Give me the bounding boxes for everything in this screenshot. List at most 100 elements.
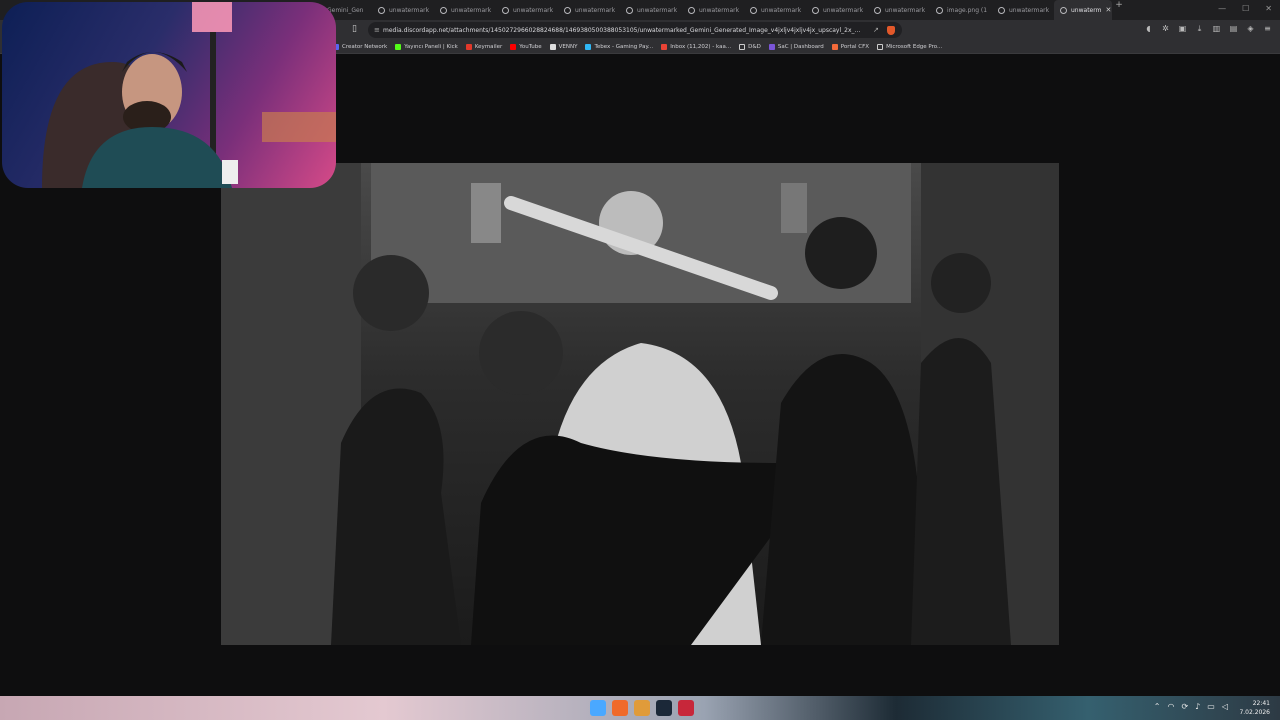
tab-title: unwatermark [389, 6, 430, 14]
bookmark-sac-dashboard[interactable]: SaC | Dashboard [768, 44, 824, 50]
bookmark-label: Creator Network [342, 44, 388, 50]
speaker-icon[interactable]: ◖ [1144, 24, 1153, 34]
maximize-icon[interactable]: ☐ [1242, 4, 1249, 13]
sac-icon [768, 44, 775, 50]
globe-icon [626, 6, 633, 14]
tab[interactable]: unwatermark [868, 0, 930, 20]
windows-start-icon[interactable] [590, 700, 606, 716]
sync-icon[interactable]: ⟳ [1181, 702, 1188, 711]
globe-icon [998, 6, 1005, 14]
mic-icon[interactable]: ♪ [1195, 702, 1200, 711]
bookmark-icon[interactable]: ▯ [352, 24, 364, 36]
bookmark-label: VENNY [558, 44, 578, 50]
tab-title: unwatermark [761, 6, 802, 14]
tab-title: unwatermark [637, 6, 678, 14]
bookmark-label: Microsoft Edge Pro... [886, 44, 943, 50]
network-icon[interactable]: ▭ [1207, 702, 1215, 711]
clock-date: 7.02.2026 [1239, 709, 1270, 716]
globe-icon [874, 6, 881, 14]
site-info-icon[interactable]: ≡ [374, 26, 383, 34]
bookmark-youtube[interactable]: YouTube [510, 44, 542, 50]
gmail-icon [661, 44, 668, 50]
bookmark-kick[interactable]: Yayıncı Paneli | Kick [395, 44, 458, 50]
tab-active[interactable]: unwaterm ✕ [1054, 0, 1112, 20]
bookmark-list: Creator Network Yayıncı Paneli | Kick Ke… [333, 40, 942, 54]
bookmark-keymailer[interactable]: Keymailer [465, 44, 503, 50]
bookmark-inbox[interactable]: Inbox (11,202) - kaa... [661, 44, 731, 50]
tab[interactable]: unwatermark [620, 0, 682, 20]
brave-browser-icon[interactable] [612, 700, 628, 716]
bookmark-dnd[interactable]: D&D [739, 44, 761, 50]
globe-icon [750, 6, 757, 14]
tab-title: unwatermark [885, 6, 926, 14]
tab-title: unwatermark [1009, 6, 1050, 14]
sidebar-icon[interactable]: ▥ [1212, 24, 1221, 34]
bookmark-creator-network[interactable]: Creator Network [333, 44, 387, 50]
globe-icon [502, 6, 509, 14]
tab[interactable]: unwatermark [806, 0, 868, 20]
tab[interactable]: image.png (1 [930, 0, 992, 20]
vpn-icon[interactable]: ◈ [1246, 24, 1255, 34]
bookmark-tebex[interactable]: Tebex - Gaming Pay... [585, 44, 653, 50]
globe-icon [1060, 6, 1067, 14]
globe-icon [440, 6, 447, 14]
tab[interactable]: unwatermark [558, 0, 620, 20]
bookmark-label: Yayıncı Paneli | Kick [404, 44, 458, 50]
tab[interactable]: unwatermark [682, 0, 744, 20]
displayed-image[interactable] [221, 163, 1059, 645]
bookmark-venny[interactable]: VENNY [549, 44, 578, 50]
brave-shield-icon[interactable] [887, 25, 895, 35]
tab[interactable]: unwatermark [992, 0, 1054, 20]
new-tab-button[interactable]: + [1112, 0, 1126, 20]
chevron-up-icon[interactable]: ⌃ [1154, 702, 1161, 711]
url-text[interactable]: media.discordapp.net/attachments/1450272… [383, 27, 873, 34]
taskbar-clock[interactable]: 22:41 7.02.2026 [1239, 699, 1270, 717]
globe-icon [378, 6, 385, 14]
tab-title: image.png (1 [947, 6, 988, 14]
steam-icon[interactable] [656, 700, 672, 716]
bookmark-label: Portal CFX [840, 44, 870, 50]
close-icon[interactable]: ✕ [1265, 4, 1272, 13]
bookmark-label: YouTube [519, 44, 542, 50]
close-tab-icon[interactable]: ✕ [1105, 6, 1111, 14]
menu-icon[interactable]: ≡ [1263, 24, 1272, 34]
tab-title: unwatermark [699, 6, 740, 14]
volume-icon[interactable]: ◁ [1222, 702, 1228, 711]
app-icon[interactable] [634, 700, 650, 716]
kick-icon [395, 44, 402, 50]
minimize-icon[interactable]: — [1218, 4, 1226, 13]
system-tray: ⌃ ◠ ⟳ ♪ ▭ ◁ [1154, 702, 1228, 711]
streamer-webcam-feed [42, 2, 336, 188]
tab-title: unwatermark [823, 6, 864, 14]
tab-title: unwaterm [1071, 6, 1102, 14]
globe-icon [812, 6, 819, 14]
toolbar-icons: ◖ ✲ ▣ ⤓ ▥ ▤ ◈ ≡ [1144, 24, 1272, 34]
address-bar[interactable]: ≡ media.discordapp.net/attachments/14502… [368, 22, 902, 38]
bookmark-label: D&D [748, 44, 761, 50]
tab[interactable]: unwatermark [496, 0, 558, 20]
bookmark-label: Keymailer [474, 44, 503, 50]
wallet-icon[interactable]: ▤ [1229, 24, 1238, 34]
tab-title: unwatermark [513, 6, 554, 14]
tab[interactable]: unwatermark [372, 0, 434, 20]
keymailer-icon [465, 44, 472, 50]
screenshot-icon[interactable]: ▣ [1178, 24, 1187, 34]
bookmark-edge-profile[interactable]: Microsoft Edge Pro... [877, 44, 942, 50]
clock-time: 22:41 [1252, 700, 1270, 707]
cfx-icon [831, 44, 838, 50]
globe-icon [564, 6, 571, 14]
share-icon[interactable]: ↗ [873, 26, 883, 34]
bookmark-portal-cfx[interactable]: Portal CFX [831, 44, 870, 50]
tab[interactable]: unwatermark [434, 0, 496, 20]
bookmark-label: Inbox (11,202) - kaa... [670, 44, 732, 50]
globe-icon [688, 6, 695, 14]
tab-title: unwatermark [575, 6, 616, 14]
tebex-icon [585, 44, 592, 50]
tab[interactable]: unwatermark [744, 0, 806, 20]
venny-icon [549, 44, 556, 50]
extensions-icon[interactable]: ✲ [1161, 24, 1170, 34]
download-icon[interactable]: ⤓ [1195, 24, 1204, 34]
headset-icon[interactable]: ◠ [1167, 702, 1174, 711]
app-icon[interactable] [678, 700, 694, 716]
globe-icon [936, 6, 943, 14]
